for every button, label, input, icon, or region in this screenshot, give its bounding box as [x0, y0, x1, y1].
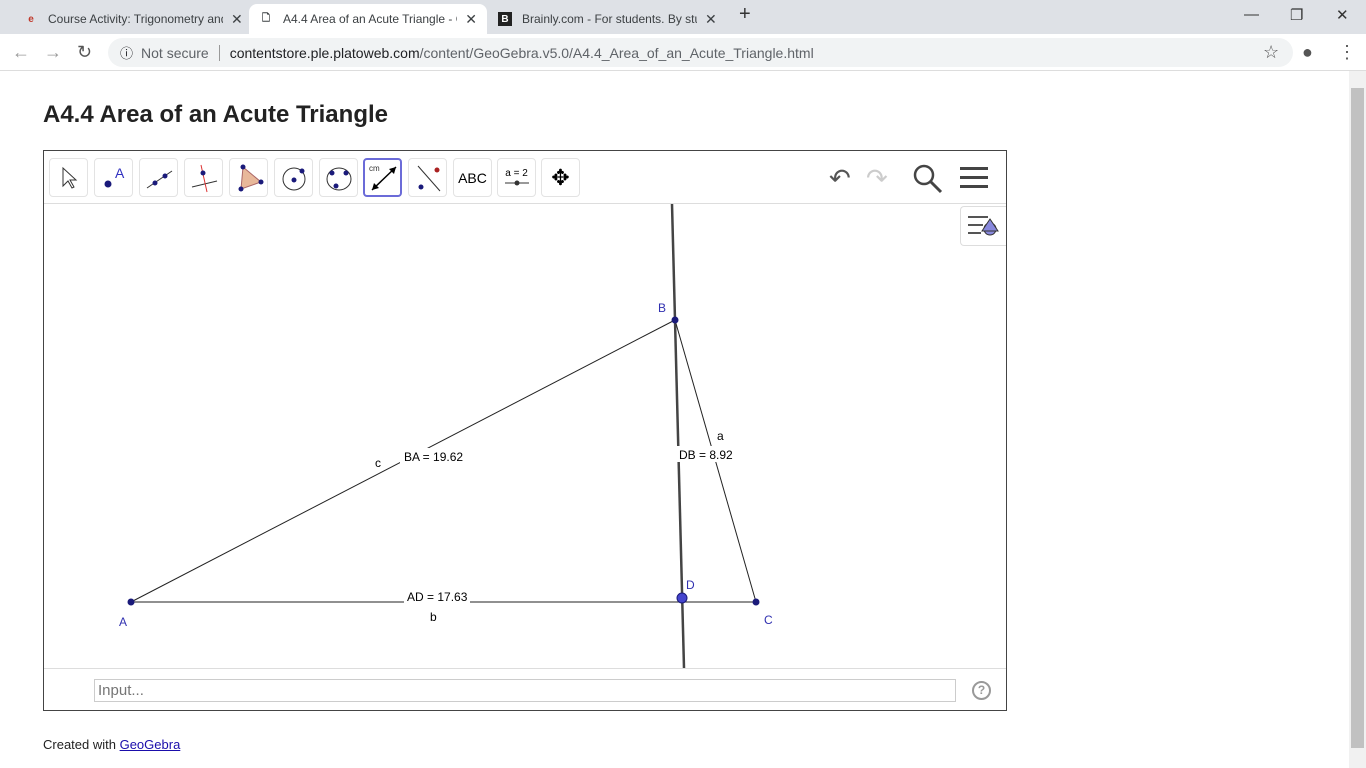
point-tool[interactable]: A [94, 158, 133, 197]
cursor-icon [62, 166, 77, 189]
slider-icon [504, 180, 529, 186]
tab-title: A4.4 Area of an Acute Triangle - C [282, 12, 458, 26]
scrollbar-thumb[interactable] [1351, 88, 1364, 748]
info-icon[interactable]: ⓘ [120, 43, 133, 62]
geogebra-toolbar: A cm ABC a = 2 ✥ ↶ ↷ [44, 151, 1006, 204]
measurement-db: DB = 8.92 [679, 448, 733, 462]
close-window-button[interactable]: ✕ [1336, 6, 1349, 24]
perpendicular-line-tool[interactable] [184, 158, 223, 197]
style-bar-icon [968, 216, 999, 236]
url-bar[interactable]: ⓘ Not secure contentstore.ple.platoweb.c… [108, 38, 1293, 67]
algebra-input[interactable] [94, 679, 956, 702]
point-b[interactable] [671, 316, 679, 324]
restore-button[interactable]: ❐ [1290, 6, 1303, 24]
security-label[interactable]: Not secure [141, 44, 220, 61]
menu-icon[interactable]: ⋮ [1338, 42, 1356, 63]
geogebra-applet: A cm ABC a = 2 ✥ ↶ ↷ BA = 19.62 AD = 17.… [43, 150, 1007, 711]
circle-three-points-icon [326, 167, 351, 190]
tab-title: Brainly.com - For students. By stu [522, 12, 697, 26]
search-icon[interactable] [912, 163, 944, 195]
point-d[interactable] [676, 592, 688, 604]
point-a[interactable] [127, 598, 135, 606]
main-menu-icon[interactable] [960, 165, 990, 191]
point-label-c: C [764, 613, 773, 627]
point-label-a: A [119, 615, 127, 629]
page-title: A4.4 Area of an Acute Triangle [43, 101, 388, 128]
polygon-icon [238, 164, 263, 191]
circle-center-icon [282, 167, 305, 190]
graphics-view[interactable]: BA = 19.62 AD = 17.63 DB = 8.92 c b a A … [44, 204, 1006, 668]
distance-tool[interactable]: cm [363, 158, 402, 197]
forward-icon[interactable]: → [44, 42, 62, 63]
minimize-button[interactable]: — [1244, 6, 1259, 23]
reflect-icon [417, 165, 440, 191]
reload-icon[interactable]: ↻ [77, 42, 92, 63]
close-tab-icon[interactable]: ✕ [231, 11, 243, 28]
text-tool-label: ABC [458, 169, 487, 186]
profile-icon[interactable]: ● [1302, 42, 1313, 63]
brainly-icon: B [498, 12, 512, 26]
footer-text: Created with [43, 737, 120, 752]
tab-area-acute-triangle[interactable]: 🗋 A4.4 Area of an Acute Triangle - C ✕ [249, 4, 487, 34]
tab-bar: e Course Activity: Trigonometry and ✕ 🗋 A4.… [0, 0, 1366, 34]
text-tool[interactable]: ABC [453, 158, 492, 197]
line-icon [146, 170, 172, 188]
bookmark-star-icon[interactable]: ☆ [1263, 42, 1279, 63]
address-bar-row: ← → ↻ ⓘ Not secure contentstore.ple.plat… [0, 34, 1366, 71]
redo-icon[interactable]: ↷ [866, 163, 888, 194]
point-label-d: D [686, 578, 695, 592]
new-tab-button[interactable]: + [739, 3, 751, 26]
svg-text:cm: cm [369, 164, 380, 173]
measurement-ba: BA = 19.62 [404, 450, 463, 464]
back-icon[interactable]: ← [12, 42, 30, 63]
perpendicular-icon [191, 164, 217, 192]
move-arrows-icon: ✥ [551, 164, 570, 190]
scrollbar[interactable] [1349, 71, 1366, 768]
segment-label-b: b [430, 610, 437, 624]
segment-label-a: a [717, 429, 724, 443]
input-bar: ? [44, 668, 1006, 710]
edmentum-icon: e [28, 13, 34, 25]
tab-brainly[interactable]: B Brainly.com - For students. By stu ✕ [488, 4, 727, 34]
polygon-tool[interactable] [229, 158, 268, 197]
point-icon: A [104, 165, 125, 187]
footer: Created with GeoGebra [43, 737, 180, 752]
close-tab-icon[interactable]: ✕ [465, 11, 477, 28]
url-path: /content/GeoGebra.v5.0/A4.4_Area_of_an_A… [419, 44, 814, 61]
slider-tool-label: a = 2 [505, 168, 528, 179]
distance-icon: cm [369, 164, 397, 191]
reflect-tool[interactable] [408, 158, 447, 197]
geogebra-link[interactable]: GeoGebra [120, 737, 181, 752]
point-label-b: B [658, 301, 666, 315]
segment-label-c: c [375, 456, 381, 470]
undo-icon[interactable]: ↶ [829, 163, 851, 194]
circle-center-point-tool[interactable] [274, 158, 313, 197]
tab-course-activity[interactable]: e Course Activity: Trigonometry and ✕ [14, 4, 253, 34]
move-graphics-view-tool[interactable]: ✥ [541, 158, 580, 197]
tab-title: Course Activity: Trigonometry and [48, 12, 223, 26]
measurement-ad: AD = 17.63 [407, 590, 468, 604]
url-host: contentstore.ple.platoweb.com [229, 44, 420, 61]
close-tab-icon[interactable]: ✕ [705, 11, 717, 28]
slider-tool[interactable]: a = 2 [497, 158, 536, 197]
move-tool[interactable] [49, 158, 88, 197]
circle-three-points-tool[interactable] [319, 158, 358, 197]
line-tool[interactable] [139, 158, 178, 197]
point-c[interactable] [752, 598, 760, 606]
page-icon: 🗋 [261, 12, 270, 24]
help-icon[interactable]: ? [972, 681, 991, 700]
svg-text:A: A [115, 165, 125, 181]
style-bar-toggle[interactable] [960, 206, 1006, 246]
